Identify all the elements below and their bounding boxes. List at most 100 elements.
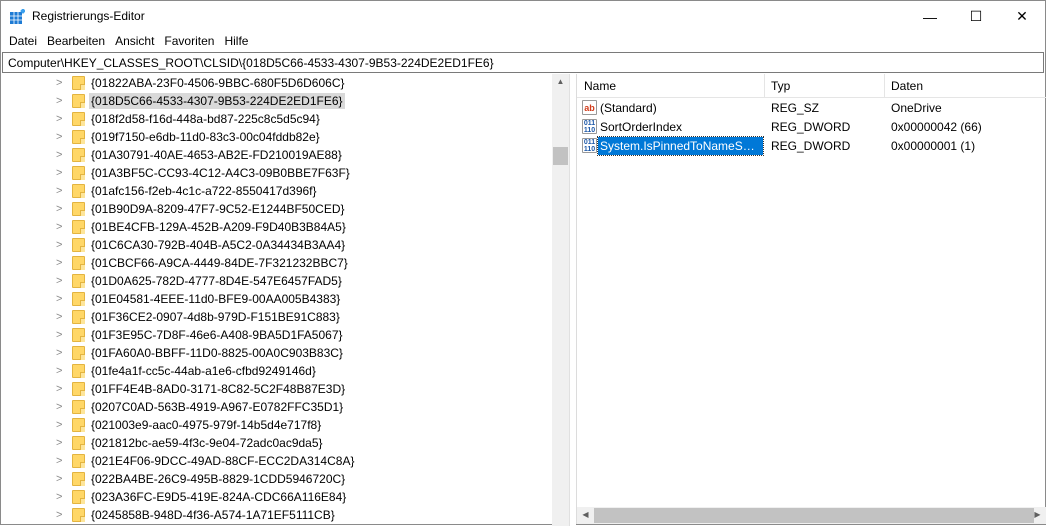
menu-hilfe[interactable]: Hilfe <box>219 32 253 52</box>
menu-datei[interactable]: Datei <box>4 32 42 52</box>
tree-item-label[interactable]: {01FF4E4B-8AD0-3171-8C82-5C2F48B87E3D} <box>89 381 347 397</box>
menu-favoriten[interactable]: Favoriten <box>159 32 219 52</box>
expand-chevron-icon[interactable]: > <box>56 491 64 503</box>
expand-chevron-icon[interactable]: > <box>56 509 64 521</box>
expand-chevron-icon[interactable]: > <box>56 77 64 89</box>
expand-chevron-icon[interactable]: > <box>56 347 64 359</box>
tree-item[interactable]: > {0207C0AD-563B-4919-A967-E0782FFC35D1} <box>1 398 552 416</box>
expand-chevron-icon[interactable]: > <box>56 401 64 413</box>
tree-item-label[interactable]: {022BA4BE-26C9-495B-8829-1CDD5946720C} <box>89 471 347 487</box>
tree-item[interactable]: > {01822ABA-23F0-4506-9BBC-680F5D6D606C} <box>1 74 552 92</box>
tree-item-label[interactable]: {01F3E95C-7D8F-46e6-A408-9BA5D1FA5067} <box>89 327 345 343</box>
tree-item-label[interactable]: {01afc156-f2eb-4c1c-a722-8550417d396f} <box>89 183 319 199</box>
address-bar[interactable]: Computer\HKEY_CLASSES_ROOT\CLSID\{018D5C… <box>2 52 1044 73</box>
tree-item-label[interactable]: {01A30791-40AE-4653-AB2E-FD210019AE88} <box>89 147 344 163</box>
column-type[interactable]: Typ <box>771 79 790 93</box>
value-name[interactable]: System.IsPinnedToNameSpa... <box>597 136 764 156</box>
tree-item[interactable]: > {01fe4a1f-cc5c-44ab-a1e6-cfbd9249146d} <box>1 362 552 380</box>
tree-item-label[interactable]: {021E4F06-9DCC-49AD-88CF-ECC2DA314C8A} <box>89 453 356 469</box>
expand-chevron-icon[interactable]: > <box>56 257 64 269</box>
tree-item-label[interactable]: {019f7150-e6db-11d0-83c3-00c04fddb82e} <box>89 129 322 145</box>
tree-item-label[interactable]: {01822ABA-23F0-4506-9BBC-680F5D6D606C} <box>89 75 347 91</box>
value-row[interactable]: 011 110 SortOrderIndex REG_DWORD 0x00000042… <box>577 117 1046 136</box>
tree-item[interactable]: > {018f2d58-f16d-448a-bd87-225c8c5d5c94} <box>1 110 552 128</box>
tree-item-label[interactable]: {01A3BF5C-CC93-4C12-A4C3-09B0BBE7F63F} <box>89 165 352 181</box>
close-button[interactable]: ✕ <box>999 1 1045 32</box>
expand-chevron-icon[interactable]: > <box>56 95 64 107</box>
expand-chevron-icon[interactable]: > <box>56 329 64 341</box>
tree-item-label[interactable]: {01CBCF66-A9CA-4449-84DE-7F321232BBC7} <box>89 255 350 271</box>
tree-item-label[interactable]: {021003e9-aac0-4975-979f-14b5d4e717f8} <box>89 417 323 433</box>
tree-item[interactable]: > {019f7150-e6db-11d0-83c3-00c04fddb82e} <box>1 128 552 146</box>
tree-item[interactable]: > {01E04581-4EEE-11d0-BFE9-00AA005B4383} <box>1 290 552 308</box>
scroll-left-arrow-icon[interactable]: ◀ <box>577 510 594 519</box>
column-data[interactable]: Daten <box>891 79 923 93</box>
expand-chevron-icon[interactable]: > <box>56 293 64 305</box>
menu-ansicht[interactable]: Ansicht <box>110 32 159 52</box>
tree-item[interactable]: > {01D0A625-782D-4777-8D4E-547E6457FAD5} <box>1 272 552 290</box>
column-name[interactable]: Name <box>584 79 616 93</box>
expand-chevron-icon[interactable]: > <box>56 473 64 485</box>
tree-item[interactable]: > {01afc156-f2eb-4c1c-a722-8550417d396f} <box>1 182 552 200</box>
expand-chevron-icon[interactable]: > <box>56 113 64 125</box>
scrollbar-thumb[interactable] <box>553 147 568 165</box>
tree-item[interactable]: > {01F36CE2-0907-4d8b-979D-F151BE91C883} <box>1 308 552 326</box>
tree-item-label[interactable]: {018f2d58-f16d-448a-bd87-225c8c5d5c94} <box>89 111 322 127</box>
tree-item[interactable]: > {023A36FC-E9D5-419E-824A-CDC66A116E84} <box>1 488 552 506</box>
tree-item-label[interactable]: {01BE4CFB-129A-452B-A209-F9D40B3B84A5} <box>89 219 348 235</box>
tree-item-label[interactable]: {01D0A625-782D-4777-8D4E-547E6457FAD5} <box>89 273 344 289</box>
tree-item[interactable]: > {01FA60A0-BBFF-11D0-8825-00A0C903B83C} <box>1 344 552 362</box>
tree-item[interactable]: > {01B90D9A-8209-47F7-9C52-E1244BF50CED} <box>1 200 552 218</box>
tree-item[interactable]: > {022BA4BE-26C9-495B-8829-1CDD5946720C} <box>1 470 552 488</box>
tree-item-label[interactable]: {021812bc-ae59-4f3c-9e04-72adc0ac9da5} <box>89 435 325 451</box>
tree-item-label[interactable]: {023A36FC-E9D5-419E-824A-CDC66A116E84} <box>89 489 348 505</box>
tree-item[interactable]: > {01FF4E4B-8AD0-3171-8C82-5C2F48B87E3D} <box>1 380 552 398</box>
expand-chevron-icon[interactable]: > <box>56 419 64 431</box>
column-divider[interactable] <box>884 74 885 98</box>
expand-chevron-icon[interactable]: > <box>56 275 64 287</box>
tree-item-label[interactable]: {01FA60A0-BBFF-11D0-8825-00A0C903B83C} <box>89 345 345 361</box>
expand-chevron-icon[interactable]: > <box>56 221 64 233</box>
scroll-right-arrow-icon[interactable]: ▶ <box>1029 510 1046 519</box>
tree-item[interactable]: > {01F3E95C-7D8F-46e6-A408-9BA5D1FA5067} <box>1 326 552 344</box>
tree-item-label[interactable]: {0245858B-948D-4f36-A574-1A71EF5111CB} <box>89 507 337 523</box>
tree-item[interactable]: > {021E4F06-9DCC-49AD-88CF-ECC2DA314C8A} <box>1 452 552 470</box>
scrollbar-thumb[interactable] <box>594 508 1034 523</box>
tree-item[interactable]: > {01C6CA30-792B-404B-A5C2-0A34434B3AA4} <box>1 236 552 254</box>
value-name[interactable]: (Standard) <box>598 99 659 117</box>
expand-chevron-icon[interactable]: > <box>56 185 64 197</box>
expand-chevron-icon[interactable]: > <box>56 383 64 395</box>
value-name[interactable]: SortOrderIndex <box>598 118 684 136</box>
values-horizontal-scrollbar[interactable]: ◀ ▶ <box>577 507 1046 524</box>
tree-item-label[interactable]: {018D5C66-4533-4307-9B53-224DE2ED1FE6} <box>89 93 345 109</box>
expand-chevron-icon[interactable]: > <box>56 203 64 215</box>
tree-item[interactable]: > {01A3BF5C-CC93-4C12-A4C3-09B0BBE7F63F} <box>1 164 552 182</box>
tree-item-label[interactable]: {01B90D9A-8209-47F7-9C52-E1244BF50CED} <box>89 201 347 217</box>
minimize-button[interactable]: — <box>907 1 953 32</box>
column-divider[interactable] <box>764 74 765 98</box>
expand-chevron-icon[interactable]: > <box>56 167 64 179</box>
expand-chevron-icon[interactable]: > <box>56 239 64 251</box>
tree-item[interactable]: > {018D5C66-4533-4307-9B53-224DE2ED1FE6} <box>1 92 552 110</box>
tree-vertical-scrollbar[interactable]: ▲ <box>552 74 569 526</box>
value-row[interactable]: ab (Standard) REG_SZ OneDrive <box>577 98 1046 117</box>
pane-splitter[interactable] <box>569 74 576 526</box>
tree-item-label[interactable]: {01fe4a1f-cc5c-44ab-a1e6-cfbd9249146d} <box>89 363 318 379</box>
tree-item-label[interactable]: {0207C0AD-563B-4919-A967-E0782FFC35D1} <box>89 399 345 415</box>
maximize-button[interactable]: ☐ <box>953 1 999 32</box>
tree-item-label[interactable]: {01F36CE2-0907-4d8b-979D-F151BE91C883} <box>89 309 342 325</box>
tree-item[interactable]: > {021812bc-ae59-4f3c-9e04-72adc0ac9da5} <box>1 434 552 452</box>
expand-chevron-icon[interactable]: > <box>56 131 64 143</box>
scroll-up-arrow-icon[interactable]: ▲ <box>552 77 569 86</box>
tree-item[interactable]: > {021003e9-aac0-4975-979f-14b5d4e717f8} <box>1 416 552 434</box>
tree-item[interactable]: > {01CBCF66-A9CA-4449-84DE-7F321232BBC7} <box>1 254 552 272</box>
tree-item[interactable]: > {01A30791-40AE-4653-AB2E-FD210019AE88} <box>1 146 552 164</box>
tree-item-label[interactable]: {01C6CA30-792B-404B-A5C2-0A34434B3AA4} <box>89 237 347 253</box>
expand-chevron-icon[interactable]: > <box>56 149 64 161</box>
tree-item[interactable]: > {01BE4CFB-129A-452B-A209-F9D40B3B84A5} <box>1 218 552 236</box>
tree-item-label[interactable]: {01E04581-4EEE-11d0-BFE9-00AA005B4383} <box>89 291 342 307</box>
expand-chevron-icon[interactable]: > <box>56 455 64 467</box>
expand-chevron-icon[interactable]: > <box>56 311 64 323</box>
menu-bearbeiten[interactable]: Bearbeiten <box>42 32 110 52</box>
value-row[interactable]: 011 110 System.IsPinnedToNameSpa... REG_DW… <box>577 136 1046 156</box>
